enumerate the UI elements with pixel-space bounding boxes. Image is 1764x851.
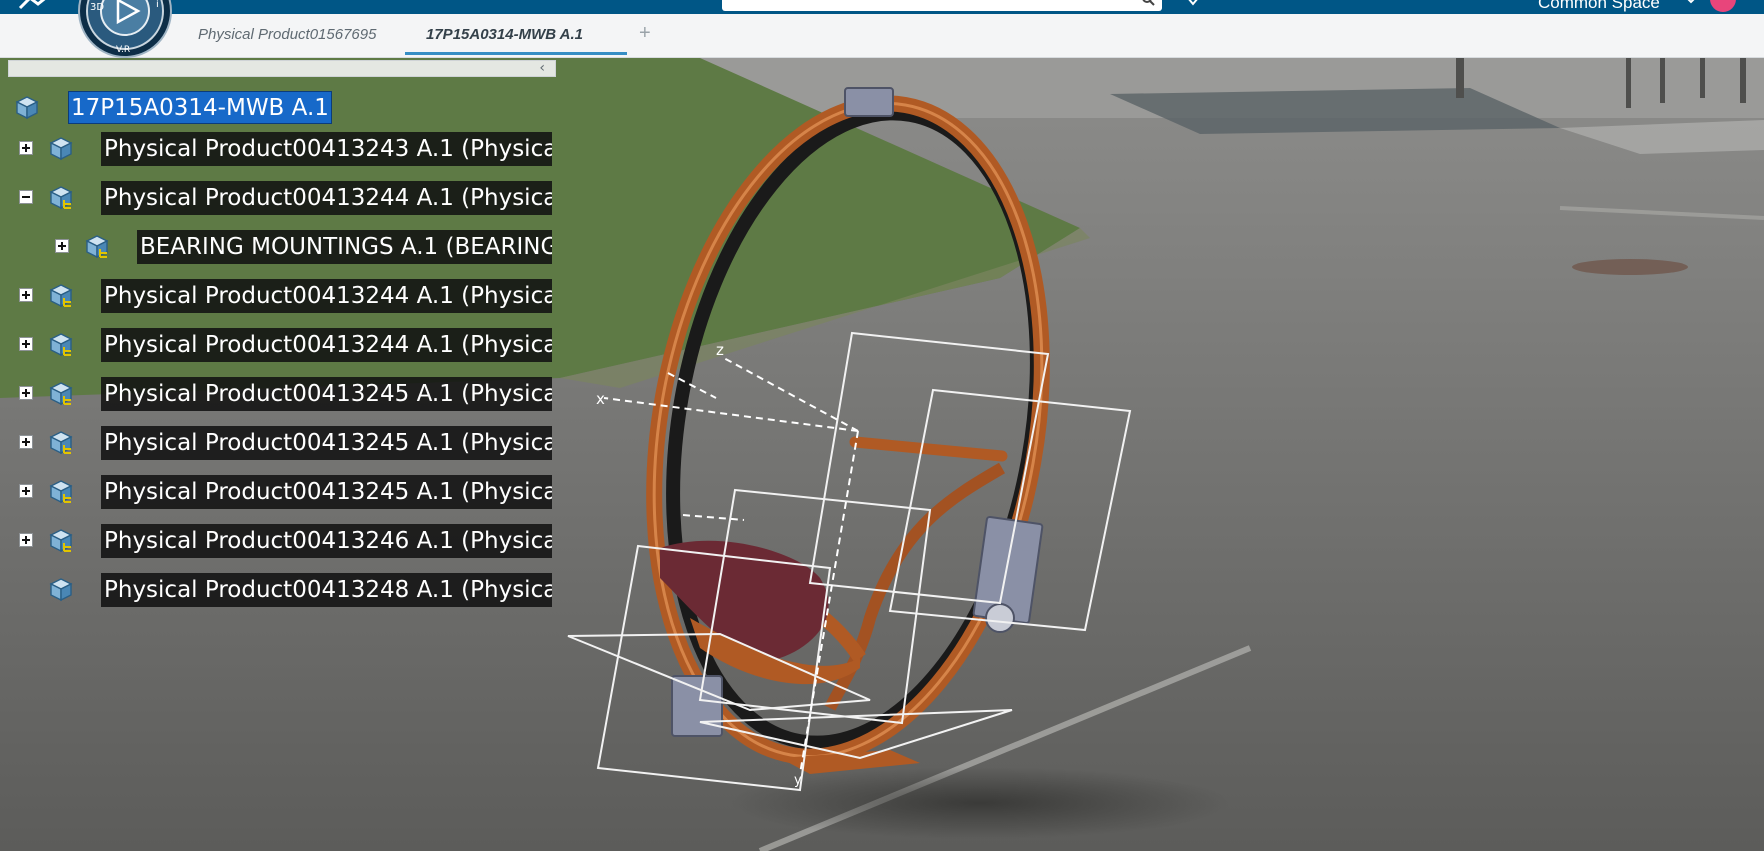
part-cube-icon — [49, 578, 73, 602]
tag-icon[interactable] — [1186, 0, 1200, 8]
collaborative-space-label[interactable]: Common Space — [1538, 0, 1660, 12]
right-bearing-hub — [985, 603, 1015, 633]
tree-node-label[interactable]: Physical Product00413245 A.1 (Physical P — [101, 426, 552, 460]
product-cube-icon — [15, 96, 39, 120]
tab-active-product[interactable]: 17P15A0314-MWB A.1 — [426, 26, 583, 43]
axis-y-label: y — [794, 773, 802, 788]
compass-3d-label: 3D — [90, 2, 104, 13]
tree-node-label[interactable]: Physical Product00413244 A.1 (Physical P — [101, 181, 552, 215]
expand-toggle-icon[interactable] — [19, 386, 33, 400]
axis-x-label: x — [596, 390, 605, 408]
tree-node-label[interactable]: BEARING MOUNTINGS A.1 (BEARING — [137, 230, 552, 264]
tree-root[interactable]: 17P15A0314-MWB A.1 — [0, 80, 560, 124]
part-cube-icon — [49, 137, 73, 161]
top-bearing — [844, 87, 894, 117]
assembly-cube-icon — [49, 382, 73, 406]
assembly-cube-icon — [49, 333, 73, 357]
search-input[interactable] — [722, 0, 1162, 11]
tree-node-5[interactable]: Physical Product00413245 A.1 (Physical P — [0, 374, 560, 411]
expand-toggle-icon[interactable] — [19, 435, 33, 449]
add-tab-button[interactable]: + — [639, 22, 651, 45]
expand-toggle-icon[interactable] — [19, 288, 33, 302]
tree-node-label[interactable]: Physical Product00413244 A.1 (Physical P — [101, 328, 552, 362]
tree-node-label[interactable]: Physical Product00413244 A.1 (Physical P — [101, 279, 552, 313]
assembly-cube-icon — [49, 186, 73, 210]
tree-node-6[interactable]: Physical Product00413245 A.1 (Physical P — [0, 423, 560, 460]
chevron-down-icon[interactable] — [1684, 0, 1698, 8]
assembly-cube-icon — [49, 284, 73, 308]
manhole-cover — [1572, 259, 1688, 275]
assembly-cube-icon — [49, 529, 73, 553]
assembly-cube-icon — [49, 431, 73, 455]
tree-node-0[interactable]: Physical Product00413243 A.1 (Physical P — [0, 129, 560, 166]
brand-logo-icon[interactable] — [18, 0, 52, 12]
tree-node-1[interactable]: Physical Product00413244 A.1 (Physical P — [0, 178, 560, 215]
tree-collapse-bar[interactable]: ‹ — [8, 60, 556, 77]
expand-toggle-icon[interactable] — [19, 484, 33, 498]
compass-i-label: i — [156, 0, 159, 10]
search-icon[interactable] — [1142, 0, 1156, 6]
assembly-cube-icon — [49, 480, 73, 504]
compass-widget[interactable]: 3D i V.R — [78, 0, 172, 58]
compass-vr-label: V.R — [116, 45, 130, 55]
tree-node-4[interactable]: Physical Product00413244 A.1 (Physical P — [0, 325, 560, 362]
expand-toggle-icon[interactable] — [19, 533, 33, 547]
expand-toggle-icon[interactable] — [19, 337, 33, 351]
tree-node-7[interactable]: Physical Product00413245 A.1 (Physical P — [0, 472, 560, 509]
tree-node-label[interactable]: Physical Product00413243 A.1 (Physical P — [101, 132, 552, 166]
avatar[interactable] — [1710, 0, 1736, 12]
axis-z-label: z — [716, 341, 724, 359]
app-window: x z y Common Space 3D i V.R Physical Pro… — [0, 0, 1764, 851]
tree-node-label[interactable]: Physical Product00413248 A.1 (Physical P — [101, 573, 552, 607]
expand-toggle-icon[interactable] — [19, 141, 33, 155]
tree-node-label[interactable]: Physical Product00413245 A.1 (Physical P — [101, 475, 552, 509]
tree-root-label[interactable]: 17P15A0314-MWB A.1 — [68, 91, 332, 124]
tree-node-8[interactable]: Physical Product00413246 A.1 (Physical P — [0, 521, 560, 558]
collapse-tree-icon[interactable]: ‹ — [539, 60, 545, 76]
top-bar: Common Space — [0, 0, 1764, 14]
expand-toggle-icon[interactable] — [55, 239, 69, 253]
tree-node-3[interactable]: Physical Product00413244 A.1 (Physical P — [0, 276, 560, 313]
active-tab-indicator — [405, 52, 627, 55]
collapse-toggle-icon[interactable] — [19, 190, 33, 204]
wheel-shadow — [730, 767, 1230, 839]
assembly-cube-icon — [85, 235, 109, 259]
document-tab-bar: Physical Product01567695 17P15A0314-MWB … — [0, 14, 1764, 58]
tree-node-9[interactable]: Physical Product00413248 A.1 (Physical P — [0, 570, 560, 607]
tree-node-label[interactable]: Physical Product00413245 A.1 (Physical P — [101, 377, 552, 411]
tab-physical-product[interactable]: Physical Product01567695 — [198, 26, 376, 43]
left-bearing — [671, 675, 723, 737]
tree-node-2[interactable]: BEARING MOUNTINGS A.1 (BEARING — [0, 227, 560, 264]
tree-node-label[interactable]: Physical Product00413246 A.1 (Physical P — [101, 524, 552, 558]
